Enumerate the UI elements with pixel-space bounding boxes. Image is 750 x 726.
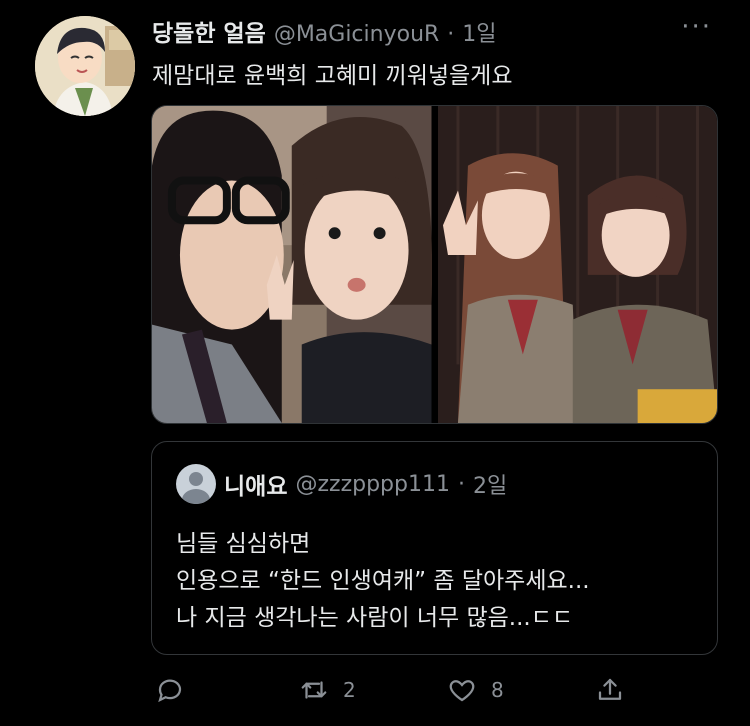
tweet-media [151, 105, 718, 424]
quoted-display-name[interactable]: 니애요 [224, 467, 287, 501]
retweet-button[interactable]: 2 [299, 675, 356, 705]
default-avatar-icon[interactable] [176, 464, 216, 504]
photo-left[interactable] [152, 106, 432, 423]
quoted-tweet-text: 님들 심심하면 인용으로 “한드 인생여캐” 좀 달아주세요... 나 지금 생… [176, 526, 693, 637]
dot-separator: · [447, 22, 455, 47]
quoted-timestamp[interactable]: 2일 [473, 468, 507, 500]
retweet-count: 2 [343, 678, 356, 702]
author-display-name[interactable]: 당돌한 얼음 [152, 14, 266, 48]
quoted-tweet-header: 니애요 @zzzpppp111 · 2일 [176, 464, 693, 504]
share-button[interactable] [595, 675, 625, 705]
heart-icon [449, 680, 475, 702]
share-icon [598, 678, 622, 700]
author-avatar[interactable] [35, 16, 135, 116]
tweet-text: 제맘대로 윤백희 고혜미 끼워넣을게요 [152, 63, 513, 89]
author-handle[interactable]: @MaGicinyouR [274, 22, 439, 47]
quoted-text-line: 인용으로 “한드 인생여캐” 좀 달아주세요... [176, 568, 590, 594]
tweet-header: 당돌한 얼음 @MaGicinyouR · 1일 [152, 14, 497, 48]
quoted-tweet[interactable]: 니애요 @zzzpppp111 · 2일 님들 심심하면 인용으로 “한드 인생… [151, 441, 718, 655]
quoted-text-line: 님들 심심하면 [176, 531, 311, 557]
like-count: 8 [491, 678, 504, 702]
retweet-icon [301, 681, 327, 699]
quoted-text-line: 나 지금 생각나는 사람이 너무 많음...ㄷㄷ [176, 605, 574, 631]
tweet-actions: 2 8 [151, 668, 631, 712]
dot-separator: · [457, 471, 465, 497]
tweet-timestamp[interactable]: 1일 [462, 16, 496, 48]
photo-right[interactable] [437, 106, 717, 423]
like-button[interactable]: 8 [447, 675, 504, 705]
reply-icon [158, 679, 182, 703]
quoted-handle[interactable]: @zzzpppp111 [295, 472, 450, 497]
reply-button[interactable] [155, 675, 185, 705]
more-options-icon[interactable]: ··· [681, 12, 712, 42]
